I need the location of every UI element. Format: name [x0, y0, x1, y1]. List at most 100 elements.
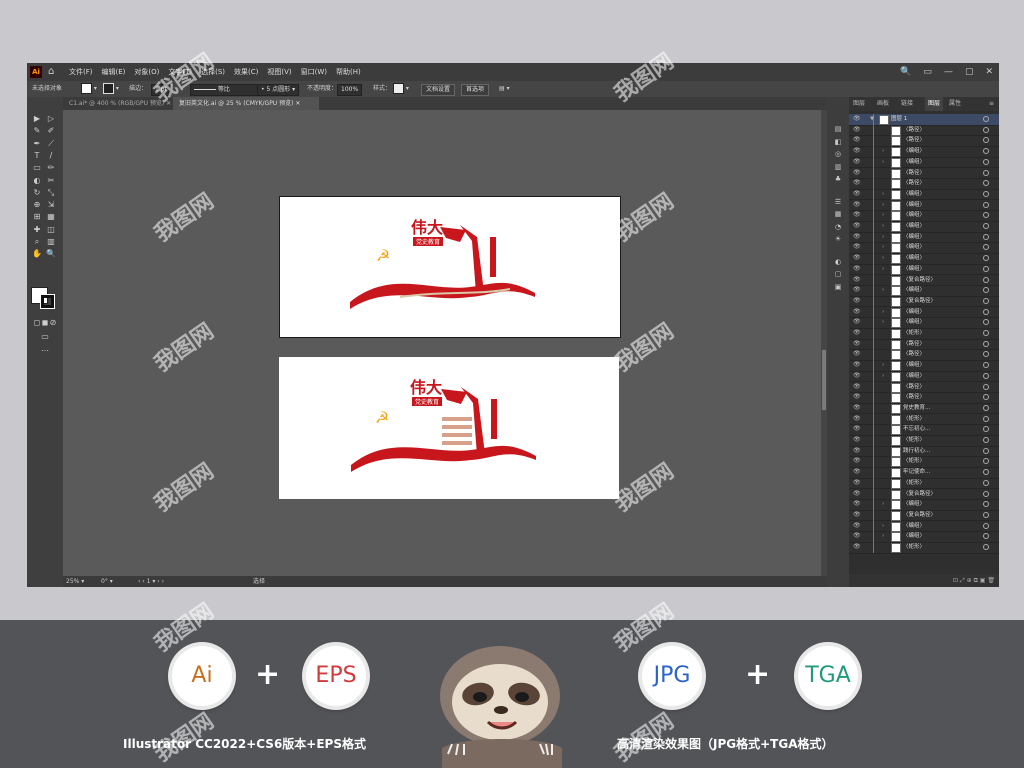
- panel-strip-icon-1[interactable]: ◧: [833, 138, 843, 146]
- expand-arrow-icon[interactable]: ›: [882, 531, 884, 541]
- width-tool-icon[interactable]: ⊕: [31, 199, 43, 210]
- target-circle-icon[interactable]: [983, 458, 989, 465]
- pen-tool-icon[interactable]: ✒: [31, 138, 43, 149]
- zoom-tool-icon[interactable]: 🔍: [45, 248, 57, 259]
- visibility-eye-icon[interactable]: 👁: [853, 382, 861, 392]
- line-tool-icon[interactable]: /: [45, 150, 57, 161]
- expand-arrow-icon[interactable]: ›: [882, 221, 884, 231]
- close-icon[interactable]: ✕: [985, 63, 993, 81]
- target-circle-icon[interactable]: [983, 319, 989, 326]
- scale-tool-icon[interactable]: ⤡: [45, 187, 57, 198]
- panel-strip-icon-6[interactable]: ▦: [833, 210, 843, 218]
- target-circle-icon[interactable]: [983, 490, 989, 497]
- more-tools-icon[interactable]: ⋯: [39, 345, 51, 356]
- target-circle-icon[interactable]: [983, 308, 989, 315]
- visibility-eye-icon[interactable]: 👁: [853, 349, 861, 359]
- target-circle-icon[interactable]: [983, 126, 989, 133]
- expand-arrow-icon[interactable]: ›: [882, 521, 884, 531]
- target-circle-icon[interactable]: [983, 404, 989, 411]
- target-circle-icon[interactable]: [983, 158, 989, 165]
- artboard-1[interactable]: 伟大 党史教育 ☭: [279, 196, 621, 338]
- rectangle-tool-icon[interactable]: ▭: [31, 162, 43, 173]
- eraser-tool-icon[interactable]: ✂: [45, 175, 57, 186]
- visibility-eye-icon[interactable]: 👁: [853, 435, 861, 445]
- expand-arrow-icon[interactable]: ›: [882, 242, 884, 252]
- visibility-eye-icon[interactable]: 👁: [853, 275, 861, 285]
- maximize-icon[interactable]: ▢: [965, 63, 974, 81]
- target-circle-icon[interactable]: [983, 287, 989, 294]
- visibility-eye-icon[interactable]: 👁: [853, 467, 861, 477]
- visibility-eye-icon[interactable]: 👁: [853, 189, 861, 199]
- scrollbar-thumb[interactable]: [822, 350, 826, 410]
- visibility-eye-icon[interactable]: 👁: [853, 307, 861, 317]
- target-circle-icon[interactable]: [983, 511, 989, 518]
- panel-strip-icon-5[interactable]: ☰: [833, 198, 843, 206]
- panel-strip-icon-3[interactable]: ▥: [833, 163, 843, 171]
- target-circle-icon[interactable]: [983, 223, 989, 229]
- visibility-eye-icon[interactable]: 👁: [853, 360, 861, 370]
- gradient-tool-icon[interactable]: ◫: [45, 224, 57, 235]
- home-icon[interactable]: ⌂: [48, 66, 54, 78]
- visibility-eye-icon[interactable]: 👁: [853, 114, 861, 124]
- expand-arrow-icon[interactable]: ›: [882, 285, 884, 295]
- magic-wand-tool-icon[interactable]: ✎: [31, 125, 43, 136]
- preferences-button[interactable]: 首选项: [461, 84, 490, 96]
- menu-item-1[interactable]: 编辑(E): [102, 63, 126, 81]
- panel-strip-icon-0[interactable]: ▤: [833, 125, 843, 133]
- visibility-eye-icon[interactable]: 👁: [853, 328, 861, 338]
- visibility-eye-icon[interactable]: 👁: [853, 489, 861, 499]
- target-circle-icon[interactable]: [983, 383, 989, 390]
- target-circle-icon[interactable]: [983, 233, 989, 240]
- target-circle-icon[interactable]: [983, 180, 989, 187]
- menu-item-6[interactable]: 视图(V): [267, 63, 291, 81]
- stroke-style-select[interactable]: 等比: [190, 84, 258, 96]
- visibility-eye-icon[interactable]: 👁: [853, 242, 861, 252]
- visibility-eye-icon[interactable]: 👁: [853, 168, 861, 178]
- menu-item-2[interactable]: 对象(O): [134, 63, 159, 81]
- visibility-eye-icon[interactable]: 👁: [853, 478, 861, 488]
- expand-arrow-icon[interactable]: ›: [882, 317, 884, 327]
- target-circle-icon[interactable]: [983, 169, 989, 176]
- target-circle-icon[interactable]: [983, 351, 989, 358]
- expand-arrow-icon[interactable]: ›: [882, 360, 884, 370]
- document-setup-button[interactable]: 文档设置: [421, 84, 456, 96]
- selection-tool-icon[interactable]: ▶: [31, 113, 43, 124]
- expand-arrow-icon[interactable]: ▼: [870, 114, 874, 124]
- visibility-eye-icon[interactable]: 👁: [853, 414, 861, 424]
- visibility-eye-icon[interactable]: 👁: [853, 221, 861, 231]
- target-circle-icon[interactable]: [983, 190, 989, 197]
- type-tool-icon[interactable]: T: [31, 150, 43, 161]
- visibility-eye-icon[interactable]: 👁: [853, 542, 861, 552]
- panel-strip-icon-9[interactable]: ◐: [833, 258, 843, 266]
- artboard-nav[interactable]: ‹ ‹ 1 ▾ › ›: [138, 576, 164, 587]
- target-circle-icon[interactable]: [983, 362, 989, 369]
- visibility-eye-icon[interactable]: 👁: [853, 285, 861, 295]
- menu-item-5[interactable]: 效果(C): [234, 63, 258, 81]
- eyedropper-tool-icon[interactable]: ⌕: [31, 236, 43, 247]
- expand-arrow-icon[interactable]: ›: [882, 146, 884, 156]
- target-circle-icon[interactable]: [983, 276, 989, 283]
- arrange-documents-icon[interactable]: ▭: [923, 63, 932, 81]
- visibility-eye-icon[interactable]: 👁: [853, 392, 861, 402]
- draw-mode-icon[interactable]: ▭: [39, 331, 51, 342]
- hand-tool-icon[interactable]: ✋: [31, 248, 43, 259]
- target-circle-icon[interactable]: [983, 372, 989, 379]
- arrange-icon[interactable]: ▤ ▾: [499, 81, 510, 97]
- stroke-swatch[interactable]: ▾: [103, 81, 119, 97]
- visibility-eye-icon[interactable]: 👁: [853, 521, 861, 531]
- expand-arrow-icon[interactable]: ›: [882, 189, 884, 199]
- panel-tab-2[interactable]: 链接: [901, 97, 913, 111]
- visibility-eye-icon[interactable]: 👁: [853, 157, 861, 167]
- visibility-eye-icon[interactable]: 👁: [853, 232, 861, 242]
- canvas-area[interactable]: 伟大 党史教育 ☭ 伟大 党史教育 ☭: [63, 110, 821, 576]
- target-circle-icon[interactable]: [983, 340, 989, 347]
- visibility-eye-icon[interactable]: 👁: [853, 125, 861, 135]
- visibility-eye-icon[interactable]: 👁: [853, 210, 861, 220]
- fill-swatch[interactable]: ▾: [81, 81, 97, 97]
- menu-item-7[interactable]: 窗口(W): [301, 63, 327, 81]
- target-circle-icon[interactable]: [983, 265, 989, 272]
- panel-menu-icon[interactable]: ≡: [989, 97, 994, 111]
- lasso-tool-icon[interactable]: ✐: [45, 125, 57, 136]
- panel-strip-icon-8[interactable]: ☀: [833, 235, 843, 243]
- menu-item-0[interactable]: 文件(F): [69, 63, 93, 81]
